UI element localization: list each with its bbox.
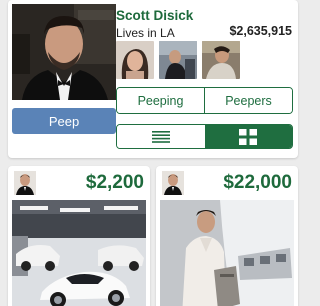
- profile-photo[interactable]: [12, 4, 116, 100]
- tab-peeping[interactable]: Peeping: [117, 88, 204, 113]
- grid-view-icon: [239, 128, 258, 145]
- tab-peepers[interactable]: Peepers: [204, 88, 292, 113]
- user-avatar[interactable]: [14, 171, 36, 195]
- post-card[interactable]: $2,200: [8, 166, 150, 306]
- showroom-cars-photo[interactable]: [12, 200, 146, 306]
- user-avatar[interactable]: [162, 171, 184, 195]
- list-view-icon: [151, 130, 170, 143]
- profile-photo-image: [12, 4, 116, 100]
- profile-card: Peep Scott Disick Lives in LA $2,635,915: [8, 0, 298, 158]
- list-view-button[interactable]: [117, 125, 205, 148]
- grid-view-button[interactable]: [204, 125, 292, 148]
- post-card[interactable]: $22,000: [156, 166, 298, 306]
- peep-tabs: Peeping Peepers: [116, 87, 293, 114]
- view-mode-toggle: [116, 124, 293, 149]
- net-worth: $2,635,915: [229, 24, 292, 38]
- peep-button[interactable]: Peep: [12, 108, 116, 134]
- private-jet-photo[interactable]: [160, 200, 294, 306]
- follower-thumb-1[interactable]: [116, 41, 154, 79]
- follower-thumb-3[interactable]: [202, 41, 240, 79]
- post-price: $2,200: [85, 172, 144, 193]
- profile-location: Lives in LA: [116, 26, 175, 40]
- post-price: $22,000: [223, 172, 292, 193]
- profile-name: Scott Disick: [116, 8, 194, 23]
- follower-thumbnails: [116, 41, 240, 79]
- follower-thumb-2[interactable]: [159, 41, 197, 79]
